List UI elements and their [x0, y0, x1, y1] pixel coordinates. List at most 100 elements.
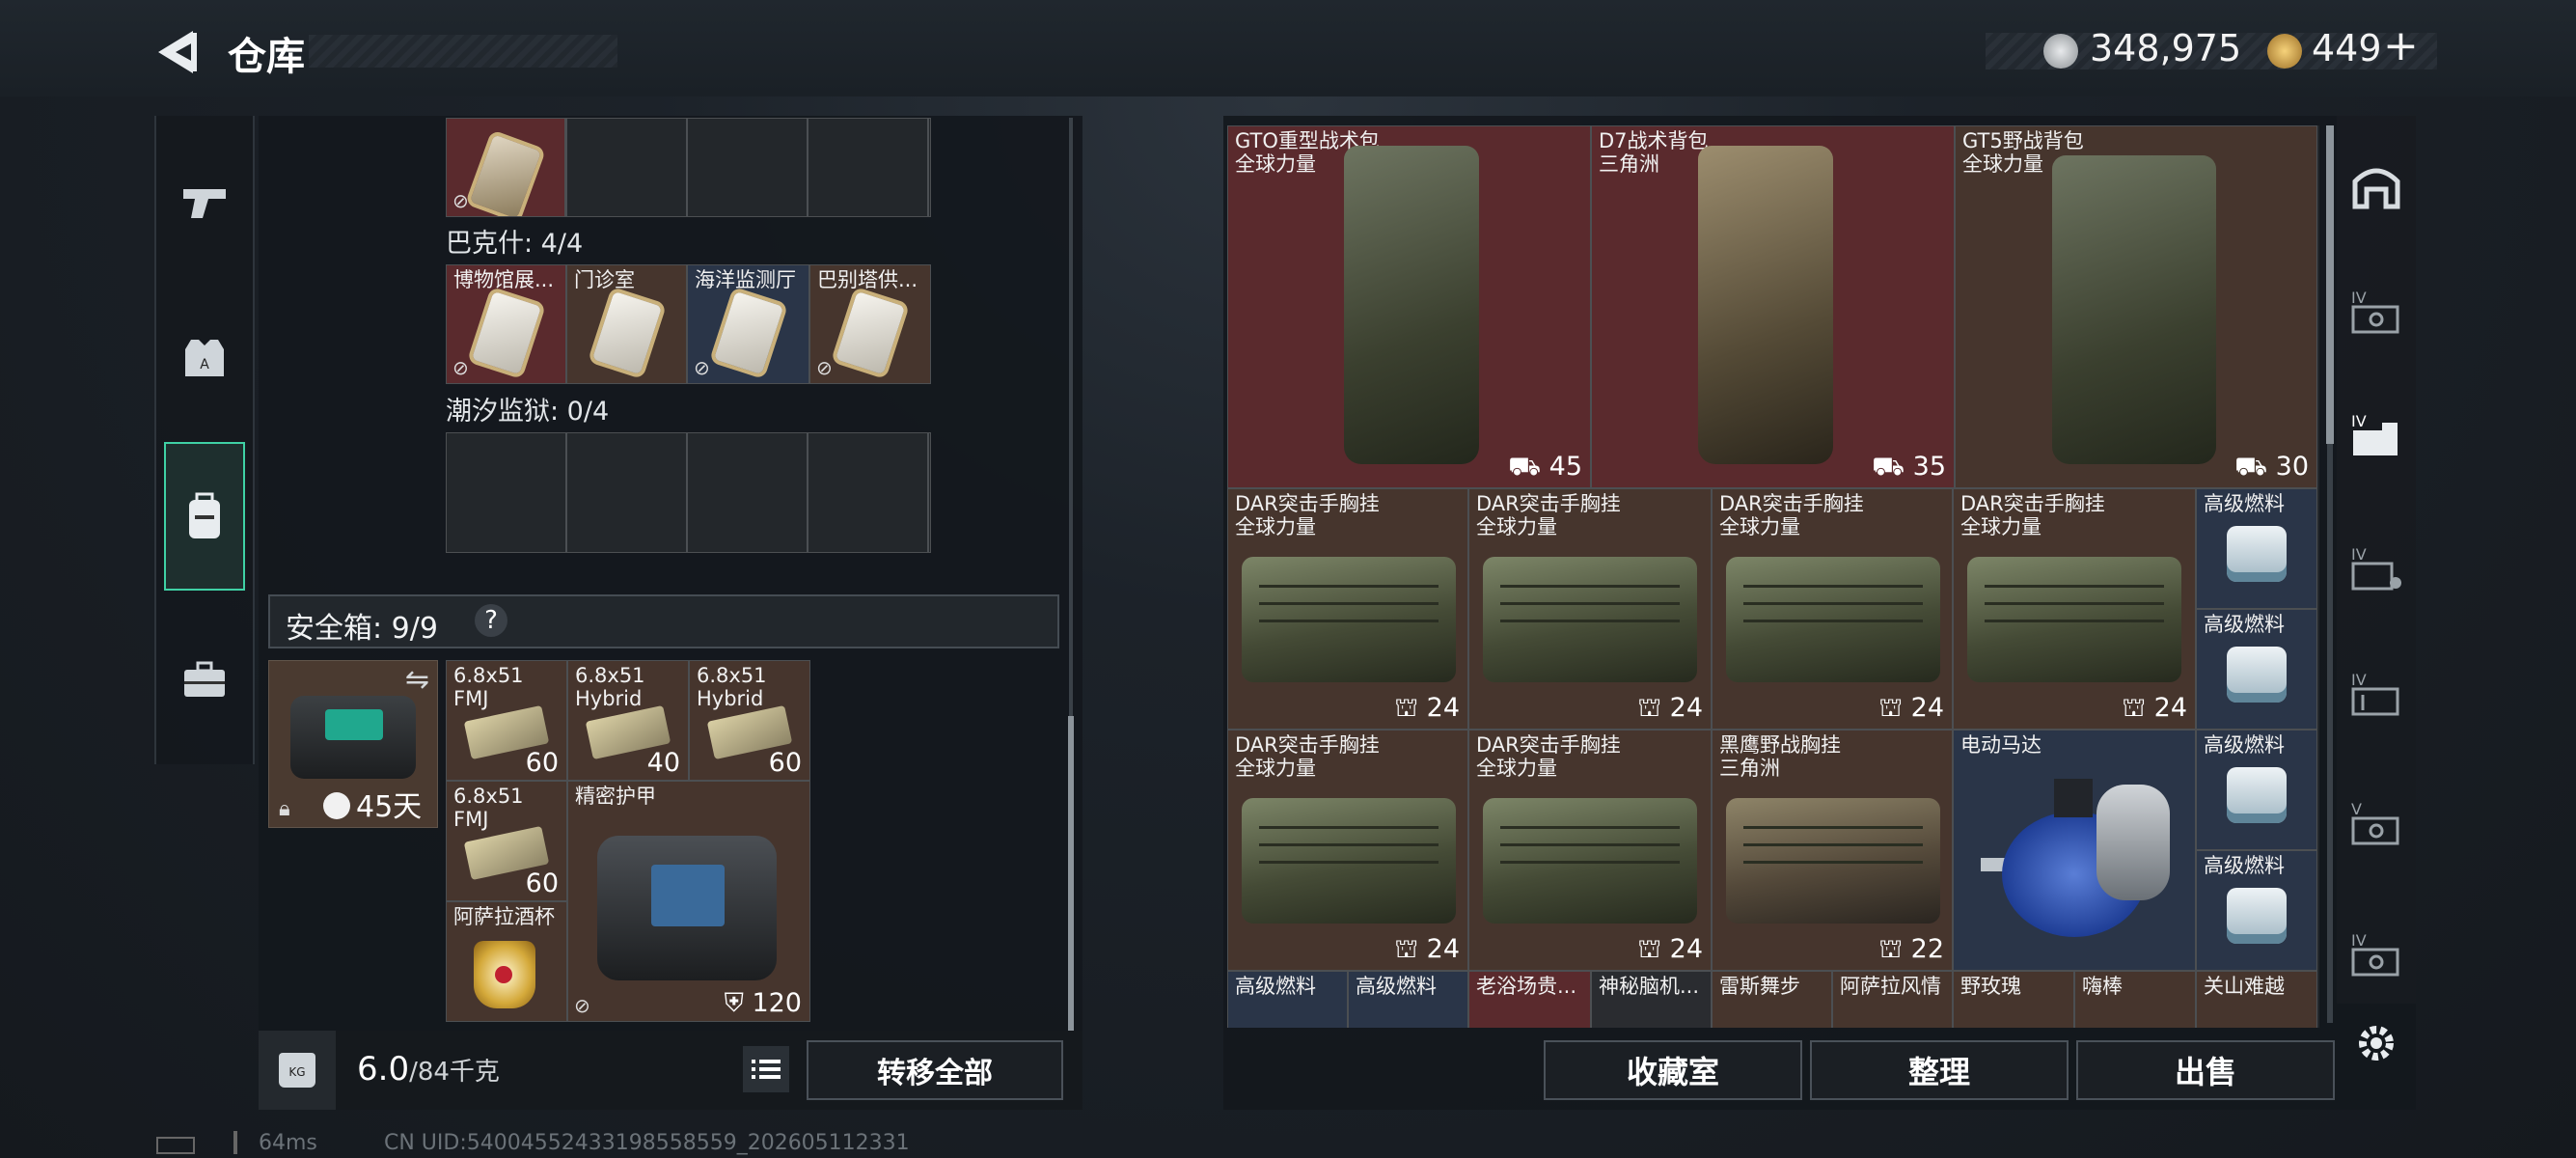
gem-balance: 449 [2312, 27, 2382, 69]
storage-item[interactable]: 老浴场贵... [1468, 971, 1591, 1028]
item-chest-rig[interactable]: DAR突击手胸挂 全球力量 ⛫ 24 [1468, 488, 1712, 730]
gun-icon [183, 189, 226, 218]
keycard-label: 巴别塔供... [817, 268, 918, 291]
safe-container[interactable]: ⇋ 🔒︎ 45天 [268, 660, 438, 828]
shield-icon: ⛨ [724, 988, 744, 1018]
item-label: 阿萨拉风情 [1840, 975, 1941, 998]
backpack-icon [1698, 146, 1833, 464]
weight-icon: KG [259, 1031, 336, 1110]
item-capacity: ⛟ 30 [2234, 452, 2309, 485]
storage-item[interactable]: 阿萨拉风情 [1832, 971, 1953, 1028]
storage-item[interactable]: 雷斯舞步 [1712, 971, 1832, 1028]
item-fuel[interactable]: 高级燃料 [2196, 730, 2317, 850]
item-capacity: ⛟ 45 [1508, 452, 1582, 485]
electric-motor-icon [1981, 765, 2170, 949]
armor-vest-icon [597, 836, 777, 980]
safe-item-armor[interactable]: 精密护甲 ⊘ ⛨ 120 [567, 781, 810, 1022]
keycard-icon [835, 290, 906, 375]
item-chest-rig[interactable]: DAR突击手胸挂 全球力量 ⛫ 24 [1712, 488, 1953, 730]
add-currency-button[interactable]: + [2383, 21, 2419, 70]
item-chest-rig[interactable]: 黑鹰野战胸挂 三角洲 ⛫ 22 [1712, 730, 1953, 971]
keycard-label: 海洋监测厅 [695, 268, 796, 291]
svg-text:IV: IV [2351, 671, 2367, 689]
item-capacity: ⛫ 24 [1394, 934, 1460, 968]
item-chest-rig[interactable]: DAR突击手胸挂 全球力量 ⛫ 24 [1468, 730, 1712, 971]
lock-icon: 🔒︎ [279, 797, 290, 821]
chest-rig-icon [1242, 798, 1456, 924]
item-chest-rig[interactable]: DAR突击手胸挂 全球力量 ⛫ 24 [1953, 488, 2196, 730]
item-fuel[interactable]: 高级燃料 [1227, 971, 1348, 1028]
capacity-value: 24 [1669, 934, 1703, 964]
list-view-button[interactable] [743, 1046, 789, 1092]
weight-current: 6.0 [357, 1050, 410, 1089]
swap-icon[interactable]: ⇋ [405, 663, 429, 697]
tab-armor[interactable]: A [164, 318, 245, 396]
tab-weapons[interactable] [164, 164, 245, 241]
safe-box-help-button[interactable]: ? [475, 604, 507, 637]
item-fuel[interactable]: 高级燃料 [2196, 488, 2317, 609]
keycard-slot[interactable]: 巴别塔供... ⊘ [809, 264, 931, 384]
keycard-slot[interactable]: 门诊室 [566, 264, 687, 384]
item-backpack[interactable]: D7战术背包 三角洲 ⛟ 35 [1591, 125, 1955, 488]
item-label: 野玫瑰 [1960, 975, 2021, 998]
item-count: 40 [646, 748, 680, 778]
item-label: 高级燃料 [1356, 975, 1437, 998]
back-arrow-icon [158, 31, 197, 73]
keycard-slot[interactable]: 海洋监测厅 ⊘ [687, 264, 809, 384]
back-button[interactable] [152, 27, 201, 77]
sell-button[interactable]: 出售 [2076, 1040, 2335, 1100]
storage-unit-icon: IV [2351, 412, 2398, 455]
safe-item[interactable]: 6.8x51 Hybrid 40 [567, 660, 689, 781]
sort-button[interactable]: 整理 [1810, 1040, 2069, 1100]
item-motor[interactable]: 电动马达 [1953, 730, 2196, 971]
item-fuel[interactable]: 高级燃料 [1348, 971, 1468, 1028]
safe-item[interactable]: 阿萨拉酒杯 [446, 901, 567, 1022]
storage-unit-icon: IV [2351, 289, 2399, 334]
tab-storage-6[interactable]: IV [2333, 928, 2420, 996]
item-backpack[interactable]: GT5野战背包 全球力量 ⛟ 30 [1955, 125, 2317, 488]
tab-storage-4[interactable]: IV [2333, 668, 2420, 735]
capacity-value: 35 [1912, 452, 1946, 482]
tab-storage-1[interactable]: IV [2333, 286, 2420, 353]
tab-storage-home[interactable] [2333, 160, 2420, 228]
transfer-all-button[interactable]: 转移全部 [807, 1040, 1063, 1100]
safe-item[interactable]: 6.8x51 FMJ 60 [446, 660, 567, 781]
item-count: 60 [525, 868, 559, 898]
storage-item[interactable]: 野玫瑰 [1953, 971, 2074, 1028]
item-chest-rig[interactable]: DAR突击手胸挂 全球力量 ⛫ 24 [1227, 488, 1468, 730]
item-sublabel: 全球力量 [1476, 515, 1557, 538]
capacity-value: 24 [2153, 693, 2187, 723]
storage-item[interactable]: 嗨棒 [2074, 971, 2196, 1028]
settings-button[interactable] [2333, 1021, 2420, 1079]
tab-storage-5[interactable]: V [2333, 797, 2420, 865]
fuel-can-icon [2227, 525, 2287, 582]
no-trade-icon: ⊘ [452, 356, 469, 379]
fuel-can-icon [2227, 887, 2287, 944]
item-label: 高级燃料 [1235, 975, 1316, 998]
tab-storage-3[interactable]: IV [2333, 542, 2420, 610]
chest-rig-icon [1242, 557, 1456, 682]
tab-briefcase[interactable] [164, 641, 245, 718]
storage-item[interactable]: 神秘脑机... [1591, 971, 1712, 1028]
safe-item[interactable]: 6.8x51 Hybrid 60 [689, 660, 810, 781]
keycard-slot[interactable]: ⊘ [446, 118, 565, 217]
item-backpack[interactable]: GTO重型战术包 全球力量 ⛟ 45 [1227, 125, 1591, 488]
keycard-label: 博物馆展... [453, 268, 555, 291]
item-fuel[interactable]: 高级燃料 [2196, 850, 2317, 971]
armor-icon: A [185, 340, 224, 376]
collection-room-button[interactable]: 收藏室 [1544, 1040, 1802, 1100]
tab-backpack[interactable] [164, 442, 245, 591]
archway-icon [2352, 168, 2400, 209]
keycard-row-tide[interactable] [446, 432, 931, 553]
item-chest-rig[interactable]: DAR突击手胸挂 全球力量 ⛫ 24 [1227, 730, 1468, 971]
tab-storage-2[interactable]: IV [2333, 409, 2420, 477]
item-fuel[interactable]: 高级燃料 [2196, 609, 2317, 730]
ping-text: 64ms [259, 1131, 317, 1155]
item-capacity: ⛫ 22 [1878, 934, 1944, 968]
capacity-value: 22 [1910, 934, 1944, 964]
inventory-scroll-thumb[interactable] [1068, 716, 1074, 1031]
safe-days: 45天 [356, 790, 423, 824]
storage-item[interactable]: 关山难越 [2196, 971, 2317, 1028]
keycard-slot[interactable]: 博物馆展... ⊘ [446, 264, 566, 384]
safe-item[interactable]: 6.8x51 FMJ 60 [446, 781, 567, 901]
